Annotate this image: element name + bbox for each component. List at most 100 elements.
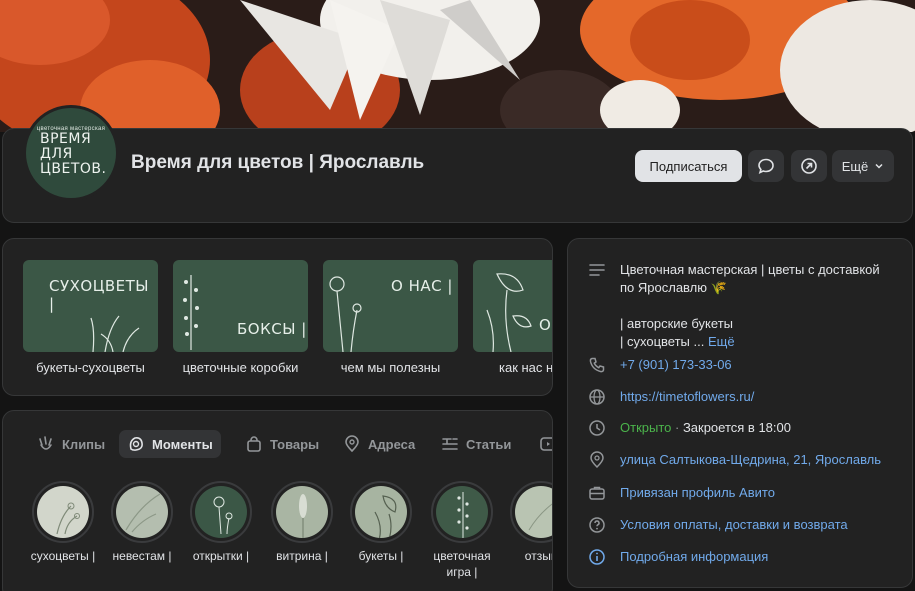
collection-item[interactable]: БОКСЫ | цветочные коробки: [173, 260, 308, 375]
share-button[interactable]: [791, 150, 827, 182]
description-line: | авторские букеты: [620, 316, 733, 331]
more-label: Ещё: [841, 158, 869, 174]
phone-row: +7 (901) 173-33-06: [588, 356, 732, 374]
collection-item[interactable]: СУХОЦВЕТЫ | букеты-сухоцветы: [23, 260, 158, 375]
tab-label: Моменты: [152, 436, 213, 452]
profile-header: цветочная мастерская ВРЕМЯ ДЛЯ ЦВЕТОВ. В…: [2, 105, 913, 223]
thumb-text: БОКСЫ |: [237, 320, 307, 338]
thumb-text: О: [539, 316, 552, 334]
story-thumbnail: [515, 486, 552, 538]
open-status: Открыто: [620, 420, 672, 435]
tab-moments[interactable]: Моменты: [119, 430, 221, 458]
collection-thumbnail: О НАС |: [323, 260, 458, 352]
collection-label: как нас н: [499, 360, 553, 375]
tab-video[interactable]: [531, 430, 552, 458]
video-icon: [540, 437, 552, 451]
content-tabs: Клипы Моменты Товары Адреса Статьи: [3, 429, 552, 459]
story-label: цветочная: [433, 549, 491, 563]
description-line: | сухоцветы ...: [620, 334, 705, 349]
description-icon: [589, 264, 605, 276]
address-row: улица Салтыкова-Щедрина, 21, Ярославль: [588, 451, 881, 469]
details-row: Подробная информация: [588, 548, 768, 566]
story-item[interactable]: открытки |: [180, 481, 262, 564]
clock-icon: [589, 420, 605, 436]
tab-clips[interactable]: Клипы: [29, 430, 113, 458]
hours-row: Открыто · Закроется в 18:00: [588, 419, 791, 437]
story-item[interactable]: сухоцветы |: [22, 481, 104, 564]
collection-item[interactable]: О НАС | чем мы полезны: [323, 260, 458, 375]
bag-icon: [247, 436, 261, 452]
collection-item[interactable]: О как нас н: [473, 260, 553, 375]
page-title: Время для цветов | Ярославль: [131, 152, 425, 173]
collection-label: букеты-сухоцветы: [36, 360, 145, 375]
chevron-down-icon: [875, 163, 883, 169]
collections-card: СУХОЦВЕТЫ | букеты-сухоцветы БОКСЫ | цве…: [2, 238, 553, 396]
description-line: по Ярославлю 🌾: [620, 280, 727, 295]
thumb-text: О НАС |: [391, 277, 453, 295]
story-item[interactable]: витрина |: [261, 481, 343, 564]
tab-addresses[interactable]: Адреса: [335, 430, 423, 458]
collection-thumbnail: БОКСЫ |: [173, 260, 308, 352]
story-label: букеты |: [358, 549, 404, 563]
website-link[interactable]: https://timetoflowers.ru/: [620, 388, 754, 406]
story-label-line2: игра |: [446, 565, 478, 579]
story-item[interactable]: отзыв: [500, 481, 552, 564]
story-label: открытки |: [192, 549, 250, 563]
description-line: Цветочная мастерская | цветы с доставкой: [620, 262, 880, 277]
status-separator: ·: [671, 420, 683, 435]
moments-icon: [129, 437, 143, 451]
globe-icon: [589, 389, 605, 405]
tab-articles[interactable]: Статьи: [433, 430, 519, 458]
story-thumbnail: [37, 486, 89, 538]
collection-label: чем мы полезны: [340, 360, 441, 375]
community-page: цветочная мастерская ВРЕМЯ ДЛЯ ЦВЕТОВ. В…: [0, 0, 915, 591]
story-item[interactable]: букеты |: [340, 481, 422, 564]
phone-link[interactable]: +7 (901) 173-33-06: [620, 356, 732, 374]
avatar-line-1: ВРЕМЯ: [40, 130, 92, 147]
tab-label: Статьи: [466, 436, 512, 452]
website-row: https://timetoflowers.ru/: [588, 388, 754, 406]
story-thumbnail: [436, 486, 488, 538]
pin-icon: [345, 435, 359, 453]
story-thumbnail: [116, 486, 168, 538]
story-label: невестам |: [112, 549, 172, 563]
subscribe-button[interactable]: Подписаться: [635, 150, 742, 182]
story-thumbnail: [355, 486, 407, 538]
story-label: сухоцветы |: [30, 549, 96, 563]
description-row: Цветочная мастерская | цветы с доставкой…: [588, 261, 880, 351]
close-time: Закроется в 18:00: [682, 420, 791, 435]
avatar-line-3: ЦВЕТОВ.: [40, 160, 107, 177]
message-icon: [758, 158, 774, 174]
question-icon: [589, 517, 605, 533]
more-button[interactable]: Ещё: [832, 150, 894, 182]
avito-row: Привязан профиль Авито: [588, 484, 775, 502]
tab-label: Адреса: [368, 436, 416, 452]
avatar-line-2: ДЛЯ: [40, 145, 73, 162]
share-icon: [801, 158, 817, 174]
avito-link[interactable]: Привязан профиль Авито: [620, 484, 775, 502]
pin-icon: [590, 451, 604, 469]
collection-thumbnail: О: [473, 260, 552, 352]
description-more-link[interactable]: Ещё: [708, 334, 735, 349]
tab-label: Товары: [270, 436, 320, 452]
community-avatar[interactable]: цветочная мастерская ВРЕМЯ ДЛЯ ЦВЕТОВ.: [23, 105, 119, 201]
tab-label: Клипы: [62, 436, 106, 452]
address-link[interactable]: улица Салтыкова-Щедрина, 21, Ярославль: [620, 451, 881, 469]
details-link[interactable]: Подробная информация: [620, 548, 768, 566]
story-item[interactable]: цветочная игра |: [421, 481, 503, 580]
articles-icon: [442, 438, 458, 450]
info-card: Цветочная мастерская | цветы с доставкой…: [567, 238, 913, 588]
story-item[interactable]: невестам |: [101, 481, 183, 564]
terms-link[interactable]: Условия оплаты, доставки и возврата: [620, 516, 848, 534]
collection-label: цветочные коробки: [182, 360, 299, 375]
briefcase-icon: [589, 486, 605, 500]
tab-goods[interactable]: Товары: [237, 430, 327, 458]
collection-thumbnail: СУХОЦВЕТЫ |: [23, 260, 158, 352]
story-label: отзыв: [524, 549, 552, 563]
info-icon: [589, 549, 605, 565]
message-button[interactable]: [748, 150, 784, 182]
content-tabs-card: Клипы Моменты Товары Адреса Статьи сухоц…: [2, 410, 553, 591]
story-thumbnail: [195, 486, 247, 538]
terms-row: Условия оплаты, доставки и возврата: [588, 516, 848, 534]
cover-image: [0, 0, 915, 132]
